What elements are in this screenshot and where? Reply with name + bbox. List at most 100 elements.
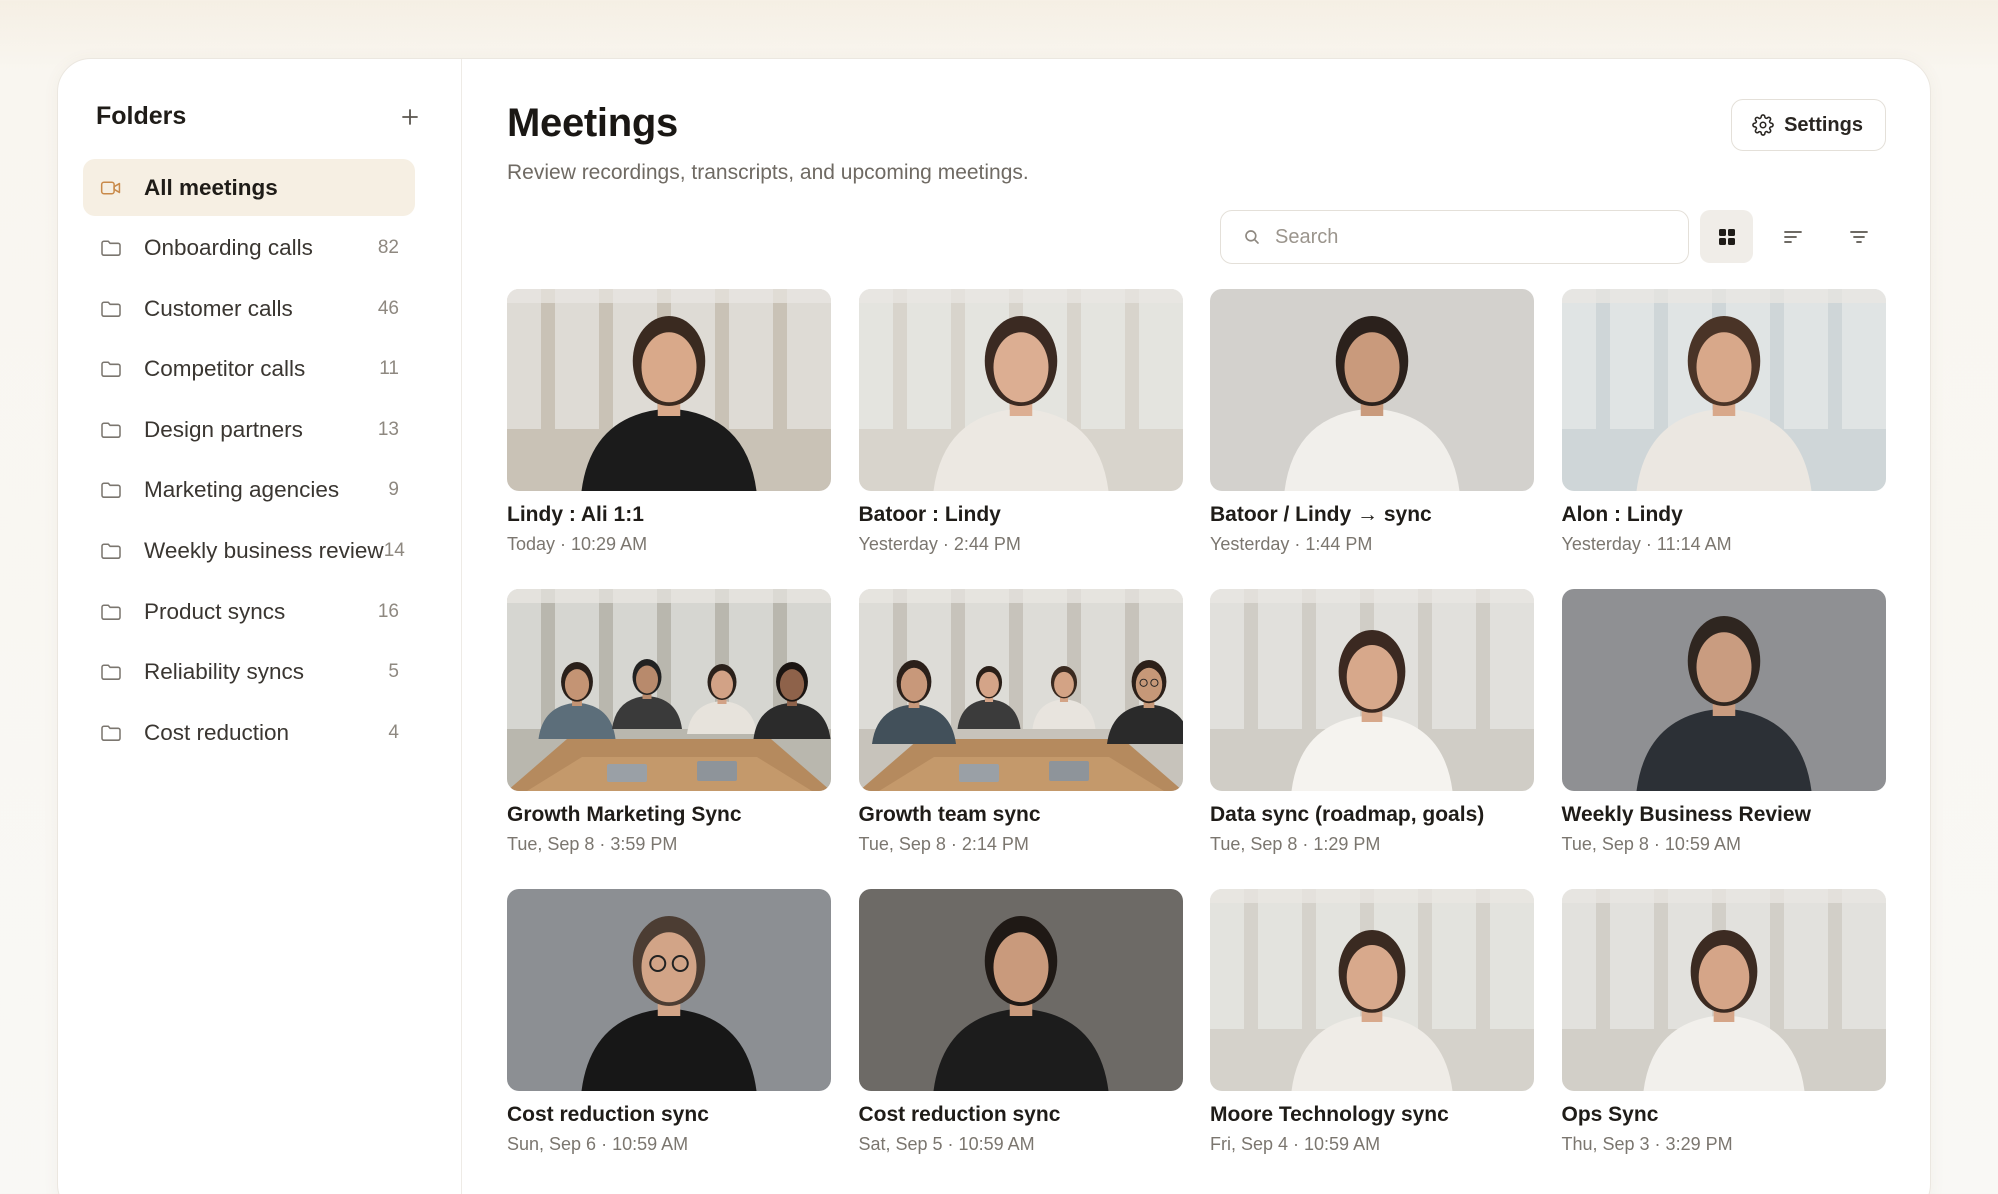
- sidebar-item-onboarding-calls[interactable]: Onboarding calls 82: [83, 220, 415, 277]
- meeting-card[interactable]: Data sync (roadmap, goals) Tue, Sep 8 · 1…: [1210, 589, 1534, 889]
- folder-icon: [99, 297, 123, 321]
- sidebar-item-count: 13: [377, 418, 399, 440]
- folder-icon: [99, 660, 123, 684]
- sidebar-item-marketing-agencies[interactable]: Marketing agencies 9: [83, 462, 415, 519]
- meeting-thumbnail[interactable]: [858, 289, 1183, 491]
- meeting-thumbnail[interactable]: [1210, 289, 1534, 491]
- meeting-timestamp: Sat, Sep 5 · 10:59 AM: [858, 1134, 1035, 1154]
- sidebar-item-all-meetings[interactable]: All meetings: [83, 159, 415, 216]
- sidebar-item-label: Reliability syncs: [144, 659, 305, 685]
- sidebar-item-design-partners[interactable]: Design partners 13: [83, 401, 415, 458]
- folder-list: All meetings Onboarding calls 82 Customer c…: [83, 159, 415, 765]
- meeting-card[interactable]: Growth team sync Tue, Sep 8 · 2:14 PM: [858, 589, 1183, 889]
- meeting-timestamp: Tue, Sep 8 · 1:29 PM: [1210, 834, 1381, 854]
- sidebar-item-count: 4: [388, 721, 399, 743]
- sidebar-item-customer-calls[interactable]: Customer calls 46: [83, 280, 415, 337]
- filter-button[interactable]: [1832, 210, 1885, 263]
- meeting-card[interactable]: Growth Marketing Sync Tue, Sep 8 · 3:59 P…: [507, 589, 831, 889]
- grid-icon: [1718, 228, 1735, 245]
- add-folder-button[interactable]: [397, 104, 423, 130]
- meeting-card[interactable]: Ops Sync Thu, Sep 3 · 3:29 PM: [1561, 889, 1886, 1189]
- sidebar-item-label: Marketing agencies: [144, 477, 340, 503]
- folder-icon: [99, 478, 123, 502]
- meeting-timestamp: Thu, Sep 3 · 3:29 PM: [1561, 1134, 1733, 1154]
- sidebar-item-label: All meetings: [144, 174, 278, 200]
- meeting-title: Growth Marketing Sync: [507, 803, 742, 826]
- meeting-timestamp: Tue, Sep 8 · 3:59 PM: [507, 834, 678, 854]
- folder-icon: [99, 600, 123, 624]
- folder-icon: [99, 418, 123, 442]
- sort-button[interactable]: [1766, 210, 1819, 263]
- meeting-title: Lindy : Ali 1:1: [507, 503, 644, 526]
- video-camera-icon: [99, 176, 123, 200]
- grid-view-button[interactable]: [1700, 210, 1753, 263]
- page-subtitle: Review recordings, transcripts, and upco…: [507, 161, 1029, 184]
- sidebar-item-label: Onboarding calls: [144, 235, 313, 261]
- meeting-title: Ops Sync: [1561, 1103, 1659, 1126]
- sidebar-item-count: 11: [379, 358, 399, 380]
- settings-button[interactable]: Settings: [1731, 99, 1886, 151]
- filter-lines-icon: [1849, 230, 1868, 243]
- sidebar-item-reliability-syncs[interactable]: Reliability syncs 5: [83, 644, 415, 701]
- meeting-timestamp: Yesterday · 11:14 AM: [1561, 534, 1732, 554]
- sidebar-item-label: Design partners: [144, 416, 303, 442]
- sidebar-item-label: Weekly business review: [144, 538, 384, 564]
- sidebar-item-label: Competitor calls: [144, 356, 306, 382]
- meeting-card[interactable]: Moore Technology sync Fri, Sep 4 · 10:59 …: [1210, 889, 1534, 1189]
- sidebar-title: Folders: [96, 102, 187, 130]
- meeting-card[interactable]: Batoor / Lindy → sync Yesterday · 1:44 PM: [1210, 289, 1534, 589]
- sidebar-item-count: 16: [377, 600, 399, 622]
- meeting-thumbnail[interactable]: [1561, 889, 1886, 1091]
- search-box: [1220, 210, 1689, 264]
- sort-lines-icon: [1783, 230, 1802, 243]
- main-content: Meetings Review recordings, transcripts,…: [463, 59, 1930, 1194]
- meeting-card[interactable]: Lindy : Ali 1:1 Today · 10:29 AM: [507, 289, 831, 589]
- folder-icon: [99, 236, 123, 260]
- meeting-thumbnail[interactable]: [507, 289, 831, 491]
- meeting-card[interactable]: Cost reduction sync Sun, Sep 6 · 10:59 AM: [507, 889, 831, 1189]
- meeting-thumbnail[interactable]: [1561, 589, 1886, 791]
- folder-icon: [99, 357, 123, 381]
- sidebar-item-cost-reduction[interactable]: Cost reduction 4: [83, 704, 415, 761]
- sidebar-item-product-syncs[interactable]: Product syncs 16: [83, 583, 415, 640]
- sidebar-item-count: 14: [383, 540, 405, 562]
- meeting-timestamp: Fri, Sep 4 · 10:59 AM: [1210, 1134, 1381, 1154]
- app-window: Folders All meetings Onboarding calls 82 Cu…: [57, 58, 1931, 1194]
- meeting-card[interactable]: Cost reduction sync Sat, Sep 5 · 10:59 AM: [858, 889, 1183, 1189]
- meeting-title: Alon : Lindy: [1561, 503, 1683, 526]
- meeting-timestamp: Yesterday · 1:44 PM: [1210, 534, 1373, 554]
- page-title: Meetings: [507, 101, 678, 145]
- folder-icon: [99, 721, 123, 745]
- meeting-card[interactable]: Alon : Lindy Yesterday · 11:14 AM: [1561, 289, 1886, 589]
- sidebar-item-count: 5: [388, 661, 399, 683]
- search-input[interactable]: [1275, 225, 1655, 249]
- meeting-title: Weekly Business Review: [1561, 803, 1811, 826]
- sidebar-item-label: Customer calls: [144, 295, 293, 321]
- folders-sidebar: Folders All meetings Onboarding calls 82 Cu…: [58, 59, 462, 1194]
- meeting-title: Cost reduction sync: [858, 1103, 1061, 1126]
- sidebar-item-weekly-business-review[interactable]: Weekly business review 14: [83, 523, 415, 580]
- sidebar-item-label: Product syncs: [144, 598, 286, 624]
- meeting-thumbnail[interactable]: [858, 589, 1183, 791]
- sidebar-header: Folders: [96, 102, 423, 131]
- gear-icon: [1752, 114, 1774, 136]
- sidebar-item-count: 46: [377, 297, 399, 319]
- meeting-timestamp: Yesterday · 2:44 PM: [858, 534, 1021, 554]
- meeting-title: Batoor : Lindy: [858, 503, 1001, 526]
- meeting-timestamp: Sun, Sep 6 · 10:59 AM: [507, 1134, 689, 1154]
- meeting-title: Cost reduction sync: [507, 1103, 709, 1126]
- meeting-title: Moore Technology sync: [1210, 1103, 1449, 1126]
- meeting-thumbnail[interactable]: [858, 889, 1183, 1091]
- meeting-thumbnail[interactable]: [1210, 589, 1534, 791]
- meeting-timestamp: Tue, Sep 8 · 2:14 PM: [858, 834, 1029, 854]
- meeting-thumbnail[interactable]: [1210, 889, 1534, 1091]
- meeting-thumbnail[interactable]: [1561, 289, 1886, 491]
- plus-icon: [402, 108, 418, 125]
- meeting-thumbnail[interactable]: [507, 889, 831, 1091]
- meeting-thumbnail[interactable]: [507, 589, 831, 791]
- sidebar-item-competitor-calls[interactable]: Competitor calls 11: [83, 341, 415, 398]
- meeting-card[interactable]: Batoor : Lindy Yesterday · 2:44 PM: [858, 289, 1183, 589]
- folder-icon: [99, 539, 123, 563]
- meeting-card[interactable]: Weekly Business Review Tue, Sep 8 · 10:59…: [1561, 589, 1886, 889]
- settings-label: Settings: [1784, 113, 1863, 136]
